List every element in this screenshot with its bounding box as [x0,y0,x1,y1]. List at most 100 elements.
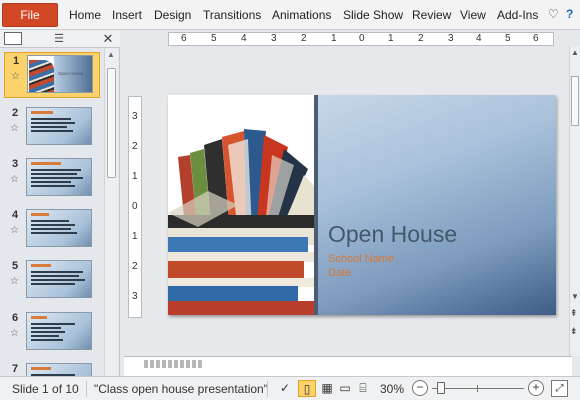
ruler-label: 2 [418,33,424,44]
zoom-slider-midpoint [477,385,478,392]
pane-header: ☰ ✕ [0,30,120,48]
ruler-label: 5 [211,33,217,44]
tab-view[interactable]: View [460,8,486,22]
slide-number: 5 [12,260,19,272]
horizontal-ruler: 6 5 4 3 2 1 0 1 2 3 4 5 6 [168,32,554,46]
books-image [168,129,315,315]
slides-tab-icon[interactable] [4,32,22,45]
ruler-label: 6 [533,33,539,44]
ruler-label: 1 [132,231,138,242]
editor-scrollbar[interactable]: ▲ ▼ ⇞ ⇟ [569,46,580,356]
tab-home[interactable]: Home [69,8,101,22]
ruler-label: 4 [476,33,482,44]
ruler-label: 2 [132,141,138,152]
slide-subtitle-date[interactable]: Date [328,267,351,279]
ruler-label: 3 [271,33,277,44]
slide-thumbnail-7[interactable]: 7 [0,361,104,376]
zoom-slider-track[interactable] [432,388,524,389]
slide-count: Slide 1 of 10 [12,382,79,396]
help-icon[interactable]: ? [566,7,573,21]
thumbnail-title: Open House [58,71,84,76]
slide-show-icon[interactable]: ⌸ [354,380,372,397]
ruler-label: 3 [132,111,138,122]
divider [86,381,87,397]
slide-thumbnail-2[interactable]: 2 ☆ [0,105,104,151]
tab-insert[interactable]: Insert [112,8,142,22]
zoom-slider-handle[interactable] [437,382,445,394]
tab-add-ins[interactable]: Add-Ins [497,8,538,22]
next-slide-icon[interactable]: ⇟ [570,326,578,337]
divider [267,381,268,397]
slide-canvas[interactable]: Open House School Name Date [168,95,556,315]
scroll-up-icon[interactable]: ▲ [107,50,115,59]
status-bar: Slide 1 of 10 "Class open house presenta… [0,376,580,400]
ruler-label: 3 [448,33,454,44]
scrollbar-thumb[interactable] [571,76,579,126]
slide-thumbnail-image [26,260,92,298]
slide-thumbnail-3[interactable]: 3 ☆ [0,156,104,202]
slide-thumbnail-image: Open House [27,55,93,93]
scroll-up-icon[interactable]: ▲ [571,48,579,57]
zoom-in-button[interactable]: + [528,380,544,396]
slide-number: 2 [12,107,19,119]
thumbnail-scrollbar[interactable]: ▲ [104,48,118,376]
vertical-ruler: 3 2 1 0 1 2 3 [128,96,142,318]
ribbon-tab-bar: File Home Insert Design Transitions Anim… [0,0,580,30]
scrollbar-thumb[interactable] [107,68,116,178]
tab-slide-show[interactable]: Slide Show [343,8,403,22]
scroll-down-icon[interactable]: ▼ [571,292,579,301]
slide-thumbnail-6[interactable]: 6 ☆ [0,310,104,356]
slide-thumbnail-image [26,158,92,196]
ruler-label: 6 [181,33,187,44]
fit-to-window-icon[interactable]: ⤢ [551,380,568,397]
slide-thumbnail-image [26,363,92,376]
reading-view-icon[interactable]: ▭ [336,380,354,397]
close-icon[interactable]: ✕ [100,30,116,48]
slide-background [318,95,556,315]
slide-number: 1 [13,55,20,67]
ruler-label: 3 [132,291,138,302]
slide-thumbnail-1[interactable]: 1 ☆ Open House [4,52,100,98]
star-icon: ☆ [11,71,20,82]
star-icon: ☆ [10,123,19,134]
star-icon: ☆ [10,276,19,287]
slide-title[interactable]: Open House [328,221,457,248]
normal-view-icon[interactable]: ▯ [298,380,316,397]
slide-thumbnail-image [26,107,92,145]
slide-number: 4 [12,209,19,221]
ruler-label: 2 [301,33,307,44]
ruler-label: 0 [132,201,138,212]
slide-subtitle-school[interactable]: School Name [328,253,394,265]
previous-slide-icon[interactable]: ⇞ [570,308,578,319]
tab-transitions[interactable]: Transitions [203,8,261,22]
file-tab[interactable]: File [2,3,58,27]
slide-thumbnail-5[interactable]: 5 ☆ [0,258,104,304]
tab-design[interactable]: Design [154,8,191,22]
slide-number: 7 [12,363,19,375]
star-icon: ☆ [10,225,19,236]
slide-sorter-icon[interactable]: ▦ [318,380,336,397]
spell-check-icon[interactable]: ✓ [276,380,294,397]
tab-review[interactable]: Review [412,8,451,22]
ruler-label: 0 [359,33,365,44]
zoom-level[interactable]: 30% [380,382,404,396]
slide-thumbnail-image [26,209,92,247]
outline-tab-icon[interactable]: ☰ [50,31,68,47]
slide-thumbnail-image [26,312,92,350]
tab-animations[interactable]: Animations [272,8,331,22]
slide-thumbnail-4[interactable]: 4 ☆ [0,207,104,253]
slide-number: 3 [12,158,19,170]
zoom-out-button[interactable]: − [412,380,428,396]
notes-pane[interactable] [124,356,572,376]
notes-placeholder [144,360,204,368]
theme-name[interactable]: "Class open house presentation" [94,382,268,396]
ruler-label: 1 [331,33,337,44]
ruler-label: 4 [241,33,247,44]
ruler-label: 1 [388,33,394,44]
ruler-label: 1 [132,171,138,182]
slide-thumbnail-pane: ☰ ✕ 1 ☆ Open House 2 ☆ 3 ☆ 4 ☆ 5 ☆ 6 ☆ 7… [0,30,120,376]
books-photo-icon [29,60,54,92]
books-photo[interactable] [168,95,315,315]
chevron-up-icon[interactable]: ♡ [548,7,559,21]
star-icon: ☆ [10,328,19,339]
